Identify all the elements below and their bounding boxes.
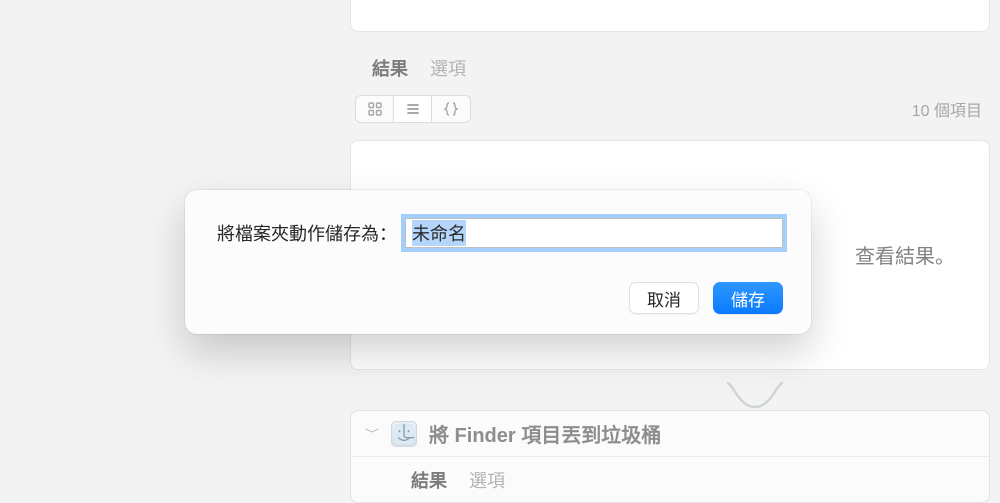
item-count-label: 10 個項目 xyxy=(912,97,982,121)
tab-results[interactable]: 結果 xyxy=(372,55,408,81)
save-dialog: 將檔案夾動作儲存為： 取消 儲存 xyxy=(185,190,811,334)
action-header[interactable]: ﹀ 將 Finder 項目丟到垃圾桶 xyxy=(351,411,989,457)
filename-input[interactable] xyxy=(405,218,783,248)
results-toolbar: 10 個項目 xyxy=(355,95,982,123)
chevron-down-icon[interactable]: ﹀ xyxy=(365,426,379,442)
action-title: 將 Finder 項目丟到垃圾桶 xyxy=(429,419,661,448)
finder-icon xyxy=(391,421,417,447)
see-results-text: 查看結果。 xyxy=(855,240,955,269)
view-braces-icon[interactable] xyxy=(432,96,470,122)
action-connector-icon xyxy=(725,381,785,411)
tab-results-2[interactable]: 結果 xyxy=(411,467,447,493)
action-subtabs-2: 結果 選項 xyxy=(351,457,989,493)
action-box-previous xyxy=(350,0,990,32)
action-subtabs: 結果 選項 xyxy=(372,55,466,81)
view-mode-segmented[interactable] xyxy=(355,95,471,123)
save-as-label: 將檔案夾動作儲存為： xyxy=(217,220,397,246)
view-list-icon[interactable] xyxy=(394,96,432,122)
tab-options[interactable]: 選項 xyxy=(430,55,466,81)
view-grid-icon[interactable] xyxy=(356,96,394,122)
tab-options-2[interactable]: 選項 xyxy=(469,467,505,493)
cancel-button[interactable]: 取消 xyxy=(629,282,699,314)
save-button[interactable]: 儲存 xyxy=(713,282,783,314)
action-move-to-trash: ﹀ 將 Finder 項目丟到垃圾桶 結果 選項 xyxy=(350,410,990,503)
